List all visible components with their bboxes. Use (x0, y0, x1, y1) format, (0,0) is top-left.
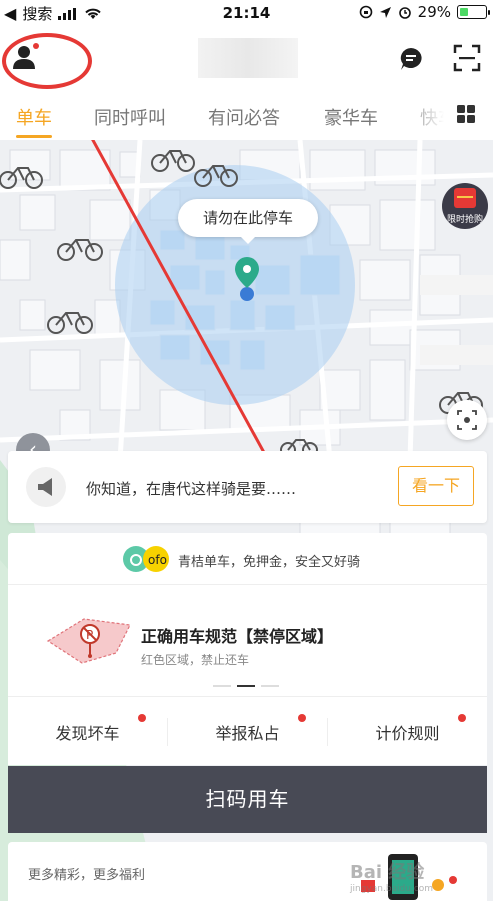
rule-title: 正确用车规范【禁停区域】 (141, 627, 334, 646)
battery-percent: 29% (417, 3, 451, 21)
notice-card[interactable]: 你知道，在唐代这样骑是要…… 看一下 (8, 451, 487, 523)
report-broken-bike-button[interactable]: 发现坏车 (8, 698, 167, 765)
tab-qa[interactable]: 有问必答 (208, 104, 280, 130)
actions-row: 发现坏车 举报私占 计价规则 (8, 698, 487, 765)
pricing-rules-button[interactable]: 计价规则 (328, 698, 487, 765)
brand-text: 青桔单车，免押金，安全又好骑 (178, 555, 361, 570)
watermark-sub: jingyan.baidu.com (350, 884, 434, 894)
watermark-main: Bai 经验 (350, 862, 425, 883)
more-benefits-text: 更多精彩，更多福利 (28, 868, 146, 883)
status-right: 29% (359, 3, 490, 21)
location-arrow-icon (379, 6, 391, 18)
notification-dot (298, 714, 306, 722)
rule-banner[interactable]: P 正确用车规范【禁停区域】 红色区域，禁止还车 (8, 585, 487, 697)
top-bar (0, 26, 493, 90)
tab-fade (400, 90, 455, 140)
rule-subtitle: 红色区域，禁止还车 (141, 653, 250, 667)
notice-view-button[interactable]: 看一下 (398, 466, 474, 506)
no-parking-tooltip: 请勿在此停车 (178, 199, 318, 244)
megaphone-icon (26, 467, 66, 507)
brand-logo-icon: ofo (123, 546, 169, 572)
tab-luxury[interactable]: 豪华车 (324, 104, 378, 130)
tab-simultaneous-call[interactable]: 同时呼叫 (94, 104, 166, 130)
annotation-circle (2, 33, 92, 89)
brand-row[interactable]: ofo 青桔单车，免押金，安全又好骑 (8, 533, 487, 585)
promo-badge[interactable]: 限时抢购 (442, 183, 488, 229)
action-label: 计价规则 (375, 724, 440, 743)
promo-label: 限时抢购 (446, 215, 483, 225)
status-bar: ◀ 搜索 21:14 29% (0, 0, 493, 26)
watermark: Bai 经验 jingyan.baidu.com (350, 858, 433, 894)
alarm-icon (398, 7, 411, 19)
action-label: 发现坏车 (55, 724, 120, 743)
banner-pager (213, 685, 279, 687)
notification-dot (458, 714, 466, 722)
report-private-use-button[interactable]: 举报私占 (168, 698, 327, 765)
scan-to-ride-button[interactable]: 扫码用车 (8, 766, 487, 833)
notification-dot (138, 714, 146, 722)
info-card: ofo 青桔单车，免押金，安全又好骑 P 正确用车规范【禁停区域】 红色区域，禁… (8, 533, 487, 765)
title-redacted (198, 38, 298, 78)
message-icon[interactable] (398, 46, 424, 72)
tab-bike[interactable]: 单车 (16, 104, 52, 130)
action-label: 举报私占 (215, 724, 280, 743)
tab-active-indicator (16, 135, 52, 138)
scan-icon[interactable] (453, 44, 481, 72)
gift-icon (454, 188, 476, 208)
no-parking-zone-icon: P (46, 618, 131, 664)
grid-icon[interactable] (456, 104, 476, 124)
battery-icon (457, 5, 490, 19)
brand-logo-text: ofo (148, 553, 167, 567)
tab-bar: 单车 同时呼叫 有问必答 豪华车 快车 (0, 90, 493, 140)
locate-icon[interactable] (447, 400, 487, 440)
lock-rotation-icon (359, 5, 372, 19)
notice-text: 你知道，在唐代这样骑是要…… (86, 480, 297, 498)
